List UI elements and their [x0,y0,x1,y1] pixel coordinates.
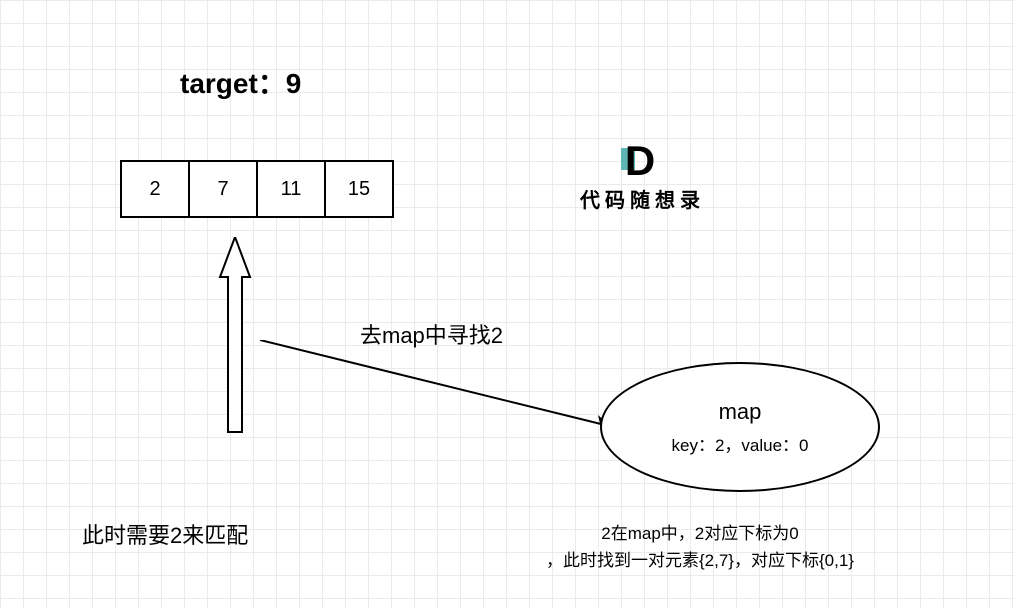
result-text: 2在map中，2对应下标为0 ，此时找到一对元素{2,7}，对应下标{0,1} [500,520,900,574]
map-title: map [719,399,762,425]
array-cell-2: 11 [256,160,326,218]
array-container: 2 7 11 15 [120,160,394,218]
result-line2: ，此时找到一对元素{2,7}，对应下标{0,1} [546,551,854,570]
need-match-label: 此时需要2来匹配 [82,518,248,550]
logo-text: 代 码 随 想 录 [580,184,700,213]
logo: D 代 码 随 想 录 [580,140,700,213]
diagonal-arrow-icon [260,340,620,440]
target-label: target：9 [180,62,301,102]
array-cell-0: 2 [120,160,190,218]
map-ellipse: map key：2，value：0 [600,362,880,492]
up-arrow-icon [215,237,255,437]
array-cell-1: 7 [188,160,258,218]
logo-letter: D [625,140,655,182]
result-line1: 2在map中，2对应下标为0 [601,524,798,543]
map-content: key：2，value：0 [671,431,808,456]
array-cell-3: 15 [324,160,394,218]
